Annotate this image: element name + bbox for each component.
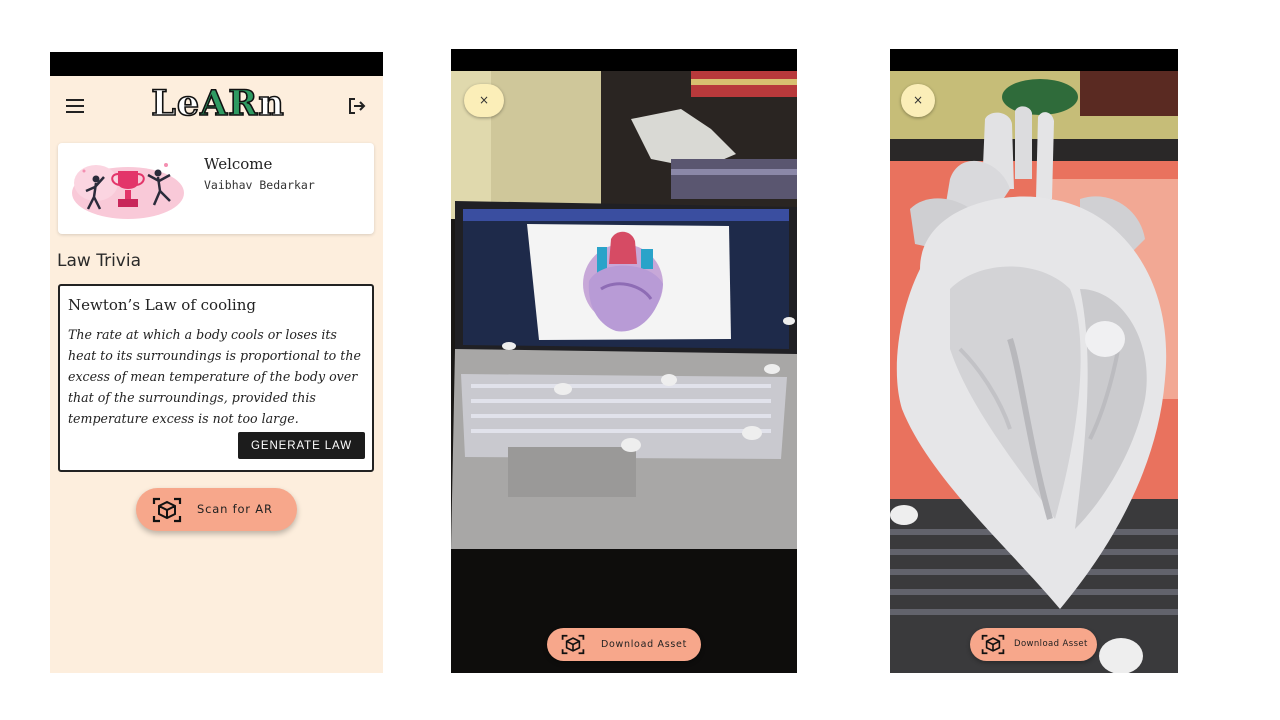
hamburger-menu-icon[interactable] xyxy=(66,99,84,113)
ar-cube-scan-icon xyxy=(981,634,1005,655)
logo-text-le: Le xyxy=(150,83,201,125)
logo-text-n: n xyxy=(258,83,285,125)
download-asset-button[interactable]: Download Asset xyxy=(970,628,1097,661)
logout-icon[interactable] xyxy=(347,96,367,116)
close-icon: × xyxy=(478,93,490,107)
close-button[interactable]: × xyxy=(901,84,935,117)
download-asset-label: Download Asset xyxy=(601,639,688,650)
welcome-title: Welcome xyxy=(204,155,273,173)
camera-feed-3d-heart-model xyxy=(890,49,1178,673)
close-icon: × xyxy=(912,93,924,107)
ar-cube-scan-icon xyxy=(561,634,585,655)
scan-button-label: Scan for AR xyxy=(197,502,273,516)
home-screen: LeARn Welcome Vaibhav Bedarkar Law Trivi… xyxy=(50,52,383,673)
status-bar xyxy=(50,52,383,76)
ar-camera-view-scanning: × Download Asset xyxy=(451,49,797,673)
ar-camera-view-model: × Download Asset xyxy=(890,49,1178,673)
section-title: Law Trivia xyxy=(57,251,141,271)
logo-text-ar: AR xyxy=(199,83,259,125)
trivia-text: The rate at which a body cools or loses … xyxy=(68,327,361,426)
user-name: Vaibhav Bedarkar xyxy=(204,178,315,192)
scan-for-ar-button[interactable]: Scan for AR xyxy=(136,488,297,531)
ar-cube-scan-icon xyxy=(152,497,182,523)
app-bar: LeARn xyxy=(50,76,383,136)
generate-law-button[interactable]: GENERATE LAW xyxy=(238,432,365,459)
trophy-celebration-illustration xyxy=(72,163,184,219)
camera-feed-laptop-scene xyxy=(451,49,797,673)
close-button[interactable]: × xyxy=(464,84,504,117)
trivia-title: Newton’s Law of cooling xyxy=(68,296,256,314)
trivia-card: Newton’s Law of cooling The rate at whic… xyxy=(58,284,374,472)
app-logo: LeARn xyxy=(140,83,296,125)
welcome-card: Welcome Vaibhav Bedarkar xyxy=(58,143,374,234)
download-asset-button[interactable]: Download Asset xyxy=(547,628,701,661)
download-asset-label: Download Asset xyxy=(1014,639,1088,649)
